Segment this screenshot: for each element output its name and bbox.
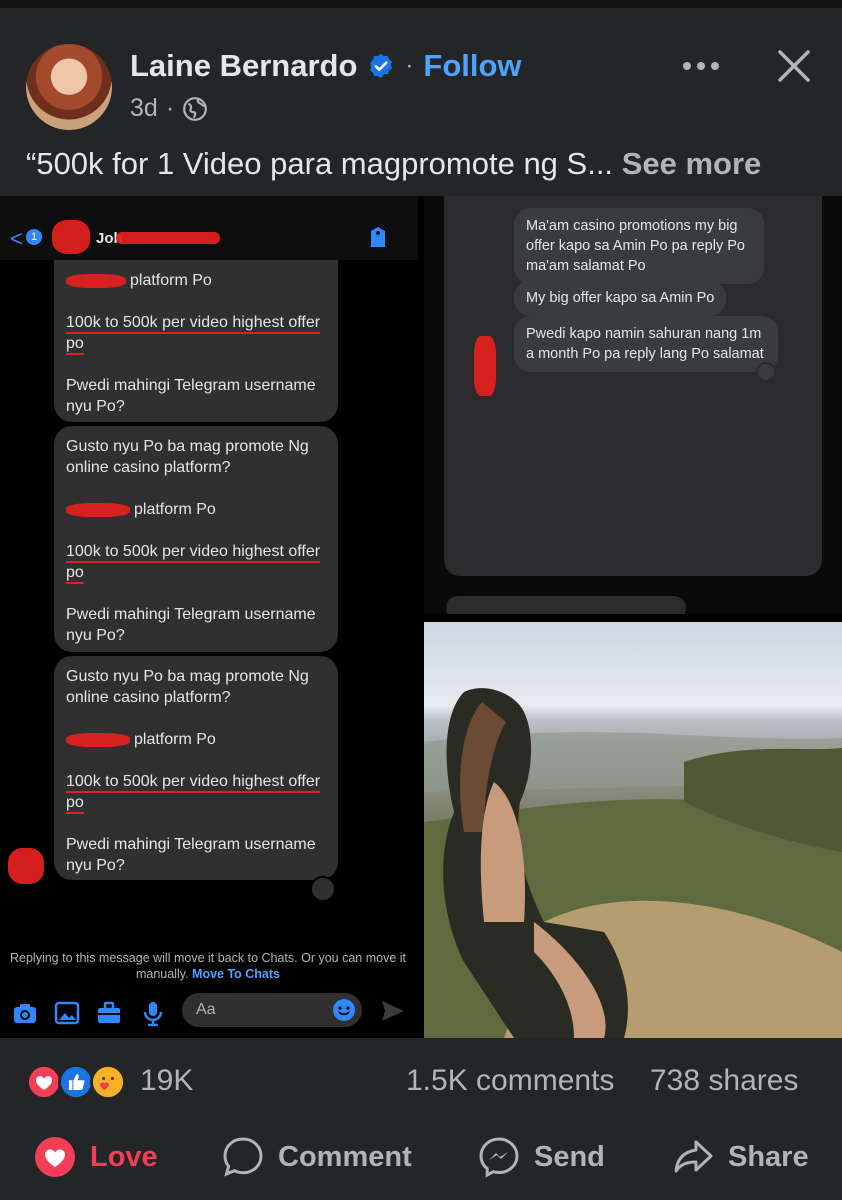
share-label: Share: [728, 1140, 809, 1173]
tag-icon: [371, 227, 385, 247]
landscape-photo[interactable]: [424, 622, 842, 1038]
chat-card: Ma'am casino promotions my big offer kap…: [444, 196, 822, 576]
post-age[interactable]: 3d: [130, 94, 158, 123]
react-emoji-button[interactable]: [310, 876, 336, 902]
camera-icon[interactable]: [12, 1000, 38, 1026]
react-emoji-button[interactable]: [756, 362, 776, 382]
post-media[interactable]: < 1 Joh platform Po 100k to 500k per vid…: [0, 196, 842, 1038]
message-bubble: platform Po 100k to 500k per video highe…: [54, 260, 338, 422]
message-line: platform Po: [134, 731, 216, 748]
comment-icon: [223, 1137, 263, 1177]
reactions-bar: 19K 1.5K comments 738 shares: [0, 1038, 842, 1124]
message-bubble: Gusto nyu Po ba mag promote Ng online ca…: [54, 426, 338, 652]
message-bubble: Pwedi kapo namin sahuran nang 1m a month…: [514, 316, 778, 372]
author-avatar[interactable]: [26, 44, 112, 130]
share-button[interactable]: Share: [672, 1136, 809, 1178]
send-label: Send: [534, 1140, 605, 1173]
close-icon[interactable]: [772, 44, 816, 88]
message-line: Ma'am casino promotions my big offer kap…: [526, 218, 745, 274]
reaction-icons[interactable]: [26, 1064, 126, 1100]
message-bubble: Ma'am casino promotions my big offer kap…: [514, 208, 764, 284]
message-line: platform Po: [134, 501, 216, 518]
separator-dot: ·: [405, 52, 414, 79]
photo-scene: [424, 688, 842, 1038]
reply-note: Replying to this message will move it ba…: [10, 950, 406, 982]
love-label: Love: [90, 1140, 158, 1173]
meta-separator: ·: [165, 94, 175, 122]
message-bubble: Gusto nyu Po ba mag promote Ng online ca…: [54, 656, 338, 880]
more-options-button[interactable]: [676, 46, 726, 86]
chat-screenshot-right[interactable]: Ma'am casino promotions my big offer kap…: [424, 196, 842, 614]
author-name[interactable]: Laine Bernardo: [130, 48, 357, 84]
microphone-icon[interactable]: [140, 1000, 166, 1026]
care-reaction-icon: [90, 1064, 126, 1100]
message-line: Pwedi mahingi Telegram username nyu Po?: [66, 606, 316, 644]
comments-count[interactable]: 1.5K comments: [406, 1064, 614, 1098]
reaction-count[interactable]: 19K: [140, 1064, 193, 1098]
comment-label: Comment: [278, 1140, 412, 1173]
author-row: Laine Bernardo · Follow: [130, 48, 522, 84]
post-meta: 3d ·: [130, 94, 208, 123]
underlined-amount: 100k to 500k per video highest offer po: [66, 773, 321, 811]
shares-count[interactable]: 738 shares: [650, 1064, 798, 1098]
emoji-icon[interactable]: [332, 998, 356, 1022]
briefcase-icon[interactable]: [96, 1000, 122, 1026]
message-line: Gusto nyu Po ba mag promote Ng online ca…: [66, 668, 309, 706]
messenger-icon: [479, 1137, 519, 1178]
message-line: Pwedi mahingi Telegram username nyu Po?: [66, 836, 316, 874]
verified-badge-icon: [370, 53, 393, 79]
top-bar: [0, 0, 842, 8]
underlined-amount: 100k to 500k per video highest offer po: [66, 543, 321, 581]
globe-icon: [183, 96, 208, 121]
redaction-mark: [116, 232, 220, 244]
move-to-chats-link[interactable]: Move To Chats: [192, 967, 280, 981]
see-more-link[interactable]: See more: [622, 146, 762, 181]
post-caption: “500k for 1 Video para magpromote ng S..…: [26, 146, 761, 182]
post-header: Laine Bernardo · Follow 3d · “500k for 1…: [0, 8, 842, 196]
redaction-mark: [52, 220, 90, 254]
message-composer: Aa: [0, 992, 418, 1038]
next-message-peek: [446, 596, 686, 614]
message-line: Gusto nyu Po ba mag promote Ng online ca…: [66, 438, 309, 476]
post-actions: Love Comment Send Share: [0, 1124, 842, 1200]
redacted-sender-avatar: [474, 336, 496, 396]
send-arrow-icon[interactable]: [380, 998, 406, 1024]
chat-screenshot-left[interactable]: < 1 Joh platform Po 100k to 500k per vid…: [0, 196, 418, 1038]
unread-badge: 1: [26, 229, 42, 245]
underlined-amount: 100k to 500k per video highest offer po: [66, 314, 321, 352]
heart-icon: [35, 1137, 75, 1177]
send-button[interactable]: Send: [478, 1136, 605, 1178]
message-line: My big offer kapo sa Amin Po: [526, 290, 715, 306]
love-button[interactable]: Love: [34, 1136, 158, 1178]
redacted-sender-avatar: [8, 848, 44, 884]
message-line: Pwedi mahingi Telegram username nyu Po?: [66, 377, 316, 415]
chat-header: < 1 Joh: [0, 196, 418, 260]
message-line: platform Po: [130, 272, 212, 289]
like-reaction-icon: [58, 1064, 94, 1100]
share-icon: [674, 1140, 713, 1173]
back-arrow-icon: <: [10, 226, 23, 251]
follow-button[interactable]: Follow: [423, 48, 521, 84]
comment-button[interactable]: Comment: [222, 1136, 412, 1178]
love-reaction-icon: [26, 1064, 62, 1100]
message-bubble: My big offer kapo sa Amin Po: [514, 280, 727, 316]
gallery-icon[interactable]: [54, 1000, 80, 1026]
caption-text: “500k for 1 Video para magpromote ng S..…: [26, 146, 614, 181]
message-line: Pwedi kapo namin sahuran nang 1m a month…: [526, 326, 764, 362]
